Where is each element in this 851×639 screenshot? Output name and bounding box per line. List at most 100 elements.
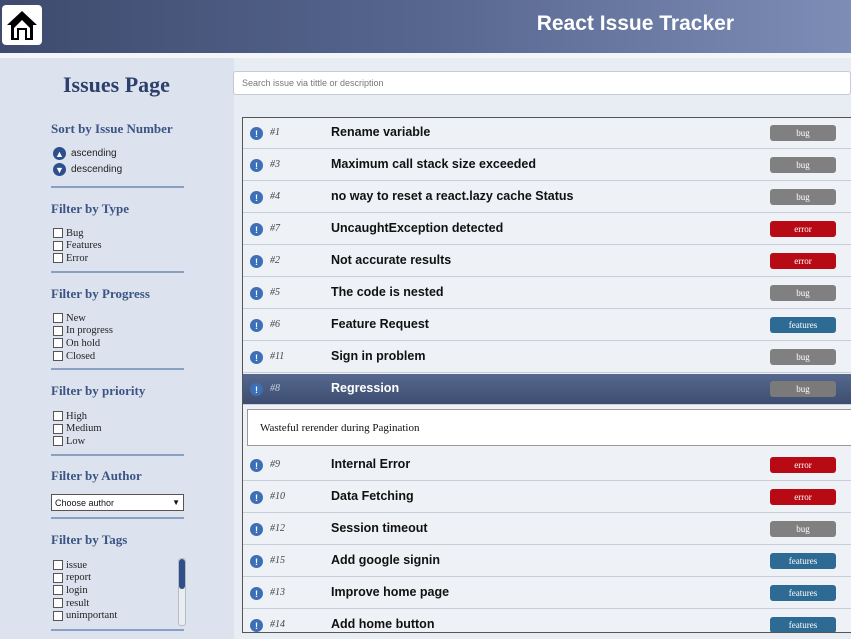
issue-alert-icon: !: [250, 127, 263, 140]
priority-option-label: High: [66, 410, 87, 422]
issue-number: #11: [270, 351, 285, 362]
issue-tag-badge: features: [770, 617, 836, 632]
type-title: Filter by Type: [51, 201, 129, 216]
type-option[interactable]: Error: [53, 252, 102, 265]
issue-row[interactable]: ! #4 no way to reset a react.lazy cache St…: [243, 182, 851, 213]
sort-title: Sort by Issue Number: [51, 121, 173, 136]
tag-option[interactable]: issue: [53, 559, 117, 572]
progress-option[interactable]: Closed: [53, 350, 113, 363]
tags-scroll-thumb[interactable]: [179, 559, 185, 589]
issue-row[interactable]: ! #11 Sign in problem bug: [243, 342, 851, 373]
issue-number: #12: [270, 523, 285, 534]
issue-tag-badge: features: [770, 317, 836, 333]
type-option[interactable]: Bug: [53, 227, 102, 240]
checkbox[interactable]: [53, 338, 63, 349]
issue-alert-icon: !: [250, 223, 263, 236]
issue-row[interactable]: ! #10 Data Fetching error: [243, 482, 851, 513]
app-header: React Issue Tracker: [0, 0, 851, 58]
priority-title: Filter by priority: [51, 383, 146, 398]
tag-option-label: unimportant: [66, 610, 118, 622]
issue-row[interactable]: ! #15 Add google signin features: [243, 546, 851, 577]
sort-descending[interactable]: ▼ descending: [53, 163, 122, 176]
issue-title: Add home button: [331, 617, 435, 631]
issue-number: #4: [270, 191, 280, 202]
issue-row[interactable]: ! #14 Add home button features: [243, 610, 851, 632]
issue-row[interactable]: ! #12 Session timeout bug: [243, 514, 851, 545]
type-option-label: Features: [66, 240, 102, 252]
search-input[interactable]: Search issue via tittle or description: [233, 71, 851, 95]
home-icon: [7, 11, 37, 40]
issue-tag-badge: bug: [770, 349, 836, 365]
issue-number: #1: [270, 127, 280, 138]
checkbox[interactable]: [53, 313, 63, 324]
issue-row[interactable]: ! #5 The code is nested bug: [243, 278, 851, 309]
divider: [51, 368, 184, 370]
checkbox[interactable]: [53, 411, 63, 422]
checkbox[interactable]: [53, 351, 63, 362]
issue-row[interactable]: ! #8 Regression bug: [243, 374, 851, 405]
issue-number: #10: [270, 491, 285, 502]
tag-option[interactable]: unimportant: [53, 609, 117, 622]
issue-alert-icon: !: [250, 555, 263, 568]
checkbox[interactable]: [53, 228, 63, 239]
checkbox[interactable]: [53, 585, 63, 596]
checkbox[interactable]: [53, 325, 63, 336]
divider: [51, 629, 184, 631]
sort-ascending[interactable]: ▲ ascending: [53, 147, 117, 160]
issue-title: Session timeout: [331, 521, 428, 535]
priority-option-label: Low: [66, 435, 86, 447]
type-option[interactable]: Features: [53, 240, 102, 253]
progress-option[interactable]: New: [53, 312, 113, 325]
checkbox[interactable]: [53, 572, 63, 583]
divider: [51, 517, 184, 519]
issue-alert-icon: !: [250, 287, 263, 300]
issue-tag-badge: bug: [770, 381, 836, 397]
issue-tag-badge: features: [770, 553, 836, 569]
tag-option-label: report: [66, 572, 92, 584]
priority-option[interactable]: High: [53, 410, 102, 423]
checkbox[interactable]: [53, 423, 63, 434]
issue-tag-badge: error: [770, 457, 836, 473]
progress-option[interactable]: In progress: [53, 325, 113, 338]
checkbox[interactable]: [53, 610, 63, 621]
progress-option-label: Closed: [66, 350, 96, 362]
priority-option[interactable]: Medium: [53, 423, 102, 436]
issue-row[interactable]: ! #3 Maximum call stack size exceeded bug: [243, 150, 851, 181]
issue-tag-badge: bug: [770, 157, 836, 173]
issue-alert-icon: !: [250, 255, 263, 268]
issue-title: The code is nested: [331, 285, 444, 299]
issue-number: #5: [270, 287, 280, 298]
checkbox[interactable]: [53, 253, 63, 264]
author-select[interactable]: Choose author ▼: [51, 494, 184, 511]
issue-row[interactable]: ! #6 Feature Request features: [243, 310, 851, 341]
arrow-up-icon: ▲: [53, 147, 66, 160]
tags-title: Filter by Tags: [51, 532, 128, 547]
issue-row[interactable]: ! #2 Not accurate results error: [243, 246, 851, 277]
home-button[interactable]: [2, 5, 42, 45]
checkbox[interactable]: [53, 598, 63, 609]
tags-scrollbar[interactable]: [178, 558, 186, 626]
issue-tag-badge: features: [770, 585, 836, 601]
tag-option[interactable]: login: [53, 584, 117, 597]
issue-row[interactable]: ! #13 Improve home page features: [243, 578, 851, 609]
checkbox[interactable]: [53, 560, 63, 571]
issue-row[interactable]: ! #9 Internal Error error: [243, 450, 851, 481]
page-title: Issues Page: [63, 72, 170, 97]
issue-title: no way to reset a react.lazy cache Statu…: [331, 189, 574, 203]
checkbox[interactable]: [53, 436, 63, 447]
issue-number: #14: [270, 619, 285, 630]
priority-option[interactable]: Low: [53, 435, 102, 448]
issue-title: Add google signin: [331, 553, 441, 567]
progress-option[interactable]: On hold: [53, 337, 113, 350]
chevron-down-icon: ▼: [172, 498, 180, 507]
issue-title: Not accurate results: [331, 253, 452, 267]
tag-option[interactable]: report: [53, 572, 117, 585]
issue-alert-icon: !: [250, 319, 263, 332]
issue-row[interactable]: ! #7 UncaughtException detected error: [243, 214, 851, 245]
type-filter-list: Bug Features Error: [53, 227, 102, 265]
issue-title: Feature Request: [331, 317, 429, 331]
issue-title: Internal Error: [331, 457, 411, 471]
tag-option[interactable]: result: [53, 597, 117, 610]
issue-row[interactable]: ! #1 Rename variable bug: [243, 118, 851, 149]
checkbox[interactable]: [53, 240, 63, 251]
